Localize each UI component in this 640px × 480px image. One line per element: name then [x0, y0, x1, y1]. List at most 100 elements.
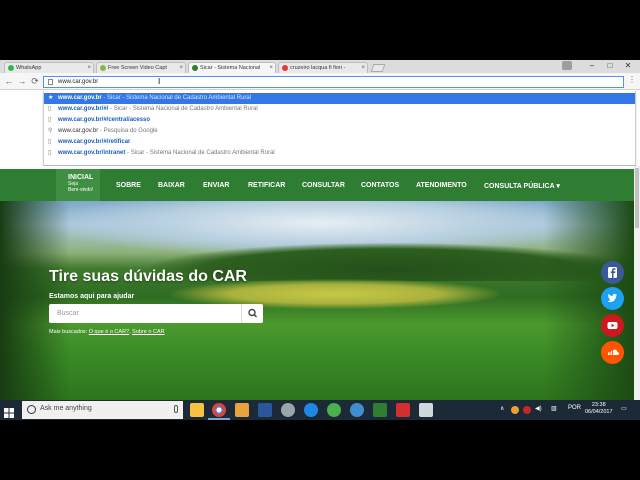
notifications-icon[interactable]: ▭ [621, 405, 627, 412]
clock-date: 06/04/2017 [585, 409, 613, 415]
tab-close-icon[interactable]: × [269, 63, 273, 73]
network-icon[interactable]: ▥ [551, 405, 557, 412]
search-icon [248, 308, 258, 318]
profile-icon[interactable] [562, 61, 572, 70]
reload-button[interactable]: ⟳ [29, 75, 41, 87]
leaf-app-icon[interactable] [373, 403, 387, 417]
tray-language[interactable]: POR [568, 405, 581, 411]
suggestion-desc: - Sicar - Sistema Nacional de Cadastro A… [101, 95, 252, 101]
window-app-icon[interactable] [419, 403, 433, 417]
tab-close-icon[interactable]: × [179, 63, 183, 73]
popular-searches: Mais buscados: O que é o CAR?, Sobre o C… [49, 329, 165, 335]
cortana-placeholder: Ask me anything [40, 405, 92, 412]
facebook-icon[interactable] [601, 261, 624, 284]
browser-toolbar: ← → ⟳ www.car.gov.br I ⋮ [0, 73, 640, 90]
maximize-button[interactable]: □ [601, 60, 619, 73]
nav-home-title: INICIAL [68, 174, 94, 181]
address-bar[interactable]: www.car.gov.br I [43, 76, 624, 88]
page-icon: ▯ [48, 117, 52, 123]
site-navbar: INICIAL Seja Bem-vindo! SOBRE BAIXAR ENV… [0, 169, 634, 201]
suggestion-desc: - Pesquisa do Google [98, 128, 158, 134]
web-page: INICIAL Seja Bem-vindo! SOBRE BAIXAR ENV… [0, 166, 640, 400]
tray-antivirus-icon[interactable] [523, 406, 531, 414]
tab-title: WhatsApp [16, 65, 42, 71]
microphone-icon[interactable] [174, 405, 178, 413]
chrome-icon[interactable] [212, 403, 226, 417]
suggestion-item[interactable]: ▯ www.car.gov.br/#/retificar [44, 137, 635, 148]
hero-subtitle: Estamos aqui para ajudar [49, 293, 135, 300]
screen: WhatsApp × Free Screen Video Capt × Sica… [0, 60, 640, 420]
suggestion-item[interactable]: ⚲ www.car.gov.br - Pesquisa do Google [44, 126, 635, 137]
text-cursor-icon: I [158, 77, 161, 86]
suggestion-desc: - Sicar - Sistema Nacional de Cadastro A… [108, 106, 258, 112]
nav-home-sub: Bem-vindo! [68, 187, 94, 193]
capture-favicon-icon [100, 65, 106, 71]
address-value[interactable]: www.car.gov.br [58, 79, 98, 85]
forward-button[interactable]: → [16, 75, 28, 87]
nav-item-enviar[interactable]: ENVIAR [203, 182, 229, 189]
soundcloud-icon[interactable] [601, 341, 624, 364]
taskbar-clock[interactable]: 23:38 06/04/2017 [585, 402, 613, 416]
page-icon: ▯ [48, 139, 52, 145]
suggestion-item[interactable]: ▯ www.car.gov.br/intranet - Sicar - Sist… [44, 148, 635, 159]
tab-screen-capture[interactable]: Free Screen Video Capt × [96, 62, 186, 73]
scrollbar-thumb[interactable] [635, 168, 639, 228]
hero-search [49, 304, 263, 323]
pdf-app-icon[interactable] [396, 403, 410, 417]
magnifier-app-icon[interactable] [350, 403, 364, 417]
suggestion-url: www.car.gov.br/#/ [58, 106, 109, 112]
nav-item-contatos[interactable]: CONTATOS [361, 182, 399, 189]
search-button[interactable] [241, 304, 263, 323]
hero-shade-left [0, 201, 70, 400]
tab-close-icon[interactable]: × [87, 63, 91, 73]
youtube-icon[interactable] [601, 314, 624, 337]
back-button[interactable]: ← [3, 75, 15, 87]
nav-item-inicial[interactable]: INICIAL Seja Bem-vindo! [56, 169, 100, 201]
menu-icon[interactable]: ⋮ [628, 75, 636, 84]
suggestion-url: www.car.gov.br/#/central/acesso [58, 117, 151, 123]
popular-label: Mais buscados: [49, 329, 89, 335]
suggestion-query: www.car.gov.br [58, 128, 99, 134]
page-scrollbar[interactable] [634, 166, 640, 400]
youtube-favicon-icon [282, 65, 288, 71]
suggestion-item[interactable]: ▯ www.car.gov.br/#/ - Sicar - Sistema Na… [44, 104, 635, 115]
new-tab-button[interactable] [370, 64, 386, 72]
suggestion-dropdown: ★ www.car.gov.br - Sicar - Sistema Nacio… [43, 91, 636, 166]
tab-close-icon[interactable]: × [361, 63, 365, 73]
close-window-button[interactable]: ✕ [619, 60, 637, 73]
green-app-icon[interactable] [327, 403, 341, 417]
word-icon[interactable] [258, 403, 272, 417]
volume-icon[interactable]: ◀) [535, 405, 542, 412]
tab-sicar[interactable]: Sicar - Sistema Nacional × [188, 62, 276, 73]
tab-youtube[interactable]: cruzeiro lacqua fi fiori - × [278, 62, 368, 73]
nav-item-consulta-publica[interactable]: CONSULTA PÚBLICA ▾ [484, 182, 560, 190]
search-icon: ⚲ [48, 128, 53, 134]
clock-time: 23:38 [591, 402, 606, 408]
tray-chevron-icon[interactable]: ∧ [500, 405, 504, 412]
nav-item-retificar[interactable]: RETIFICAR [248, 182, 285, 189]
nav-item-atendimento[interactable]: ATENDIMENTO [416, 182, 467, 189]
twitter-icon[interactable] [601, 287, 624, 310]
globe-app-icon[interactable] [304, 403, 318, 417]
popular-link-o-que-e[interactable]: O que é o CAR? [89, 329, 129, 335]
windows-start-icon[interactable] [4, 405, 14, 418]
tray-app-icon[interactable] [511, 406, 519, 414]
nav-item-sobre[interactable]: SOBRE [116, 182, 141, 189]
file-explorer-icon[interactable] [190, 403, 204, 417]
suggestion-item[interactable]: ▯ www.car.gov.br/#/central/acesso [44, 115, 635, 126]
cortana-search-box[interactable]: Ask me anything [22, 401, 183, 419]
suggestion-url: www.car.gov.br/intranet [58, 150, 126, 156]
tab-title: cruzeiro lacqua fi fiori - [290, 65, 346, 71]
tab-title: Sicar - Sistema Nacional [200, 65, 261, 71]
search-input[interactable] [49, 304, 239, 323]
popular-link-sobre[interactable]: Sobre o CAR [132, 329, 164, 335]
suggestion-item[interactable]: ★ www.car.gov.br - Sicar - Sistema Nacio… [44, 93, 635, 104]
tab-whatsapp[interactable]: WhatsApp × [4, 62, 94, 73]
star-icon: ★ [48, 95, 54, 101]
disc-app-icon[interactable] [281, 403, 295, 417]
nav-item-baixar[interactable]: BAIXAR [158, 182, 185, 189]
minimize-button[interactable]: – [583, 60, 601, 73]
nav-item-consultar[interactable]: CONSULTAR [302, 182, 345, 189]
tab-title: Free Screen Video Capt [108, 65, 167, 71]
settings-app-icon[interactable] [235, 403, 249, 417]
